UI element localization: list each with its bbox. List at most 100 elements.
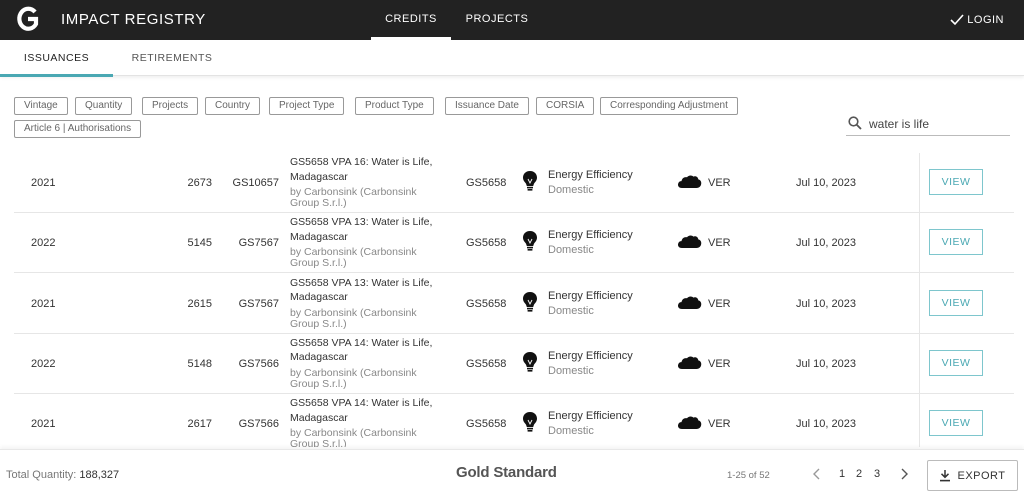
project-name-cell: GS5658 VPA 14: Water is Life, Madagascar… — [290, 396, 440, 447]
tab-retirements[interactable]: RETIREMENTS — [122, 40, 222, 76]
project-name[interactable]: GS5658 VPA 16: Water is Life, Madagascar — [290, 156, 432, 183]
project-developer: by Carbonsink (Carbonsink Group S.r.l.) — [290, 186, 417, 209]
total-quantity-value: 188,327 — [79, 469, 120, 481]
filter-corsia[interactable]: CORSIA — [536, 97, 595, 115]
table-row: 2022 5145 GS7567 GS5658 VPA 13: Water is… — [14, 213, 1014, 274]
project-name[interactable]: GS5658 VPA 13: Water is Life, Madagascar — [290, 277, 432, 304]
project-name[interactable]: GS5658 VPA 14: Water is Life, Madagascar — [290, 337, 432, 364]
issuance-date-cell: Jul 10, 2023 — [796, 297, 856, 310]
lightbulb-icon — [523, 171, 537, 191]
gsid-cell: GS7567 — [238, 237, 279, 250]
project-name-cell: GS5658 VPA 16: Water is Life, Madagascar… — [290, 155, 440, 209]
table-row: 2021 2673 GS10657 GS5658 VPA 16: Water i… — [14, 153, 1014, 213]
app-title: IMPACT REGISTRY — [61, 11, 206, 28]
gsid-cell: GS7566 — [238, 357, 279, 370]
product-subtype: Domestic — [548, 244, 594, 257]
issuances-table: 2021 2673 GS10657 GS5658 VPA 16: Water i… — [14, 153, 1014, 447]
checkmark-icon — [950, 14, 964, 26]
issuance-date-cell: Jul 10, 2023 — [796, 177, 856, 189]
tab-retirements-label: RETIREMENTS — [131, 52, 213, 64]
view-button[interactable]: VIEW — [929, 410, 983, 437]
project-id-cell: GS5658 — [466, 418, 507, 431]
filter-projects[interactable]: Projects — [142, 97, 199, 115]
table-row: 2021 2615 GS7567 GS5658 VPA 13: Water is… — [14, 274, 1014, 334]
issuance-date-cell: Jul 10, 2023 — [796, 357, 856, 370]
lightbulb-icon — [523, 412, 537, 432]
nav-projects[interactable]: PROJECTS — [457, 0, 537, 40]
filter-vintage[interactable]: Vintage — [14, 97, 68, 115]
lightbulb-icon — [523, 351, 537, 372]
page-3[interactable]: 3 — [874, 468, 880, 480]
view-button[interactable]: VIEW — [929, 229, 983, 256]
product-type: Energy Efficiency — [548, 229, 633, 242]
certification-cell: VER — [708, 297, 731, 310]
search-icon — [848, 116, 862, 130]
cloud-icon — [677, 356, 702, 369]
project-developer: by Carbonsink (Carbonsink Group S.r.l.) — [290, 427, 417, 447]
certification-cell: VER — [708, 237, 731, 250]
cloud-icon — [677, 416, 702, 430]
filter-country[interactable]: Country — [205, 97, 261, 115]
project-developer: by Carbonsink (Carbonsink Group S.r.l.) — [290, 306, 417, 330]
nav-projects-label: PROJECTS — [465, 13, 529, 25]
project-developer: by Carbonsink (Carbonsink Group S.r.l.) — [290, 246, 417, 270]
vintage-cell: 2021 — [31, 297, 56, 310]
chevron-right-icon[interactable] — [897, 467, 911, 481]
tab-issuances[interactable]: ISSUANCES — [0, 40, 113, 77]
project-name[interactable]: GS5658 VPA 13: Water is Life, Madagascar — [290, 216, 432, 243]
tab-active-indicator — [0, 74, 113, 77]
export-label: EXPORT — [957, 469, 1006, 482]
gsid-cell: GS7566 — [238, 418, 279, 431]
quantity-cell: 5145 — [187, 237, 212, 250]
vintage-cell: 2022 — [31, 357, 56, 370]
project-developer: by Carbonsink (Carbonsink Group S.r.l.) — [290, 366, 417, 390]
view-button[interactable]: VIEW — [929, 289, 983, 316]
nav-credits-label: CREDITS — [385, 13, 437, 25]
product-subtype: Domestic — [548, 364, 594, 377]
vintage-cell: 2021 — [31, 177, 56, 189]
gsid-cell: GS7567 — [238, 297, 279, 310]
product-type: Energy Efficiency — [548, 410, 633, 423]
product-subtype: Domestic — [548, 425, 594, 438]
gold-standard-logo-icon[interactable] — [16, 6, 40, 34]
login-button[interactable]: LOGIN — [950, 0, 1004, 40]
quantity-cell: 2617 — [187, 418, 212, 431]
quantity-cell: 5148 — [187, 357, 212, 370]
filter-quantity[interactable]: Quantity — [75, 97, 133, 115]
filter-product-type[interactable]: Product Type — [355, 97, 434, 115]
certification-cell: VER — [708, 177, 731, 189]
total-quantity: Total Quantity: 188,327 — [6, 469, 119, 481]
total-quantity-label: Total Quantity: — [6, 469, 77, 481]
filter-issuance-date[interactable]: Issuance Date — [445, 97, 529, 115]
cloud-icon — [677, 175, 702, 188]
project-name-cell: GS5658 VPA 14: Water is Life, Madagascar… — [290, 336, 440, 390]
page-2[interactable]: 2 — [856, 468, 862, 480]
download-icon — [940, 470, 951, 482]
project-name[interactable]: GS5658 VPA 14: Water is Life, Madagascar — [290, 397, 432, 424]
cloud-icon — [677, 296, 702, 309]
issuance-date-cell: Jul 10, 2023 — [796, 237, 856, 250]
project-name-cell: GS5658 VPA 13: Water is Life, Madagascar… — [290, 215, 440, 269]
table-row: 2022 5148 GS7566 GS5658 VPA 14: Water is… — [14, 334, 1014, 394]
lightbulb-icon — [523, 231, 537, 251]
export-button[interactable]: EXPORT — [927, 460, 1018, 491]
chevron-left-icon[interactable] — [810, 467, 824, 481]
view-button[interactable]: VIEW — [929, 169, 983, 195]
filter-article-6-authorisations[interactable]: Article 6 | Authorisations — [14, 120, 142, 138]
filter-corresponding-adjustment[interactable]: Corresponding Adjustment — [600, 97, 738, 115]
issuance-date-cell: Jul 10, 2023 — [796, 418, 856, 431]
filter-project-type[interactable]: Project Type — [269, 97, 345, 115]
tab-issuances-label: ISSUANCES — [23, 52, 90, 64]
login-label: LOGIN — [967, 14, 1004, 26]
certification-cell: VER — [708, 357, 731, 370]
product-type-cell: Energy Efficiency Domestic — [548, 409, 633, 439]
search-box — [846, 113, 1010, 136]
product-type: Energy Efficiency — [548, 349, 633, 362]
nav-credits[interactable]: CREDITS — [371, 0, 451, 40]
product-type: Energy Efficiency — [548, 289, 633, 302]
page-1[interactable]: 1 — [839, 468, 845, 480]
view-button[interactable]: VIEW — [929, 349, 983, 376]
product-subtype: Domestic — [548, 184, 594, 196]
gsid-cell: GS10657 — [232, 177, 279, 189]
search-input[interactable] — [869, 115, 1007, 133]
